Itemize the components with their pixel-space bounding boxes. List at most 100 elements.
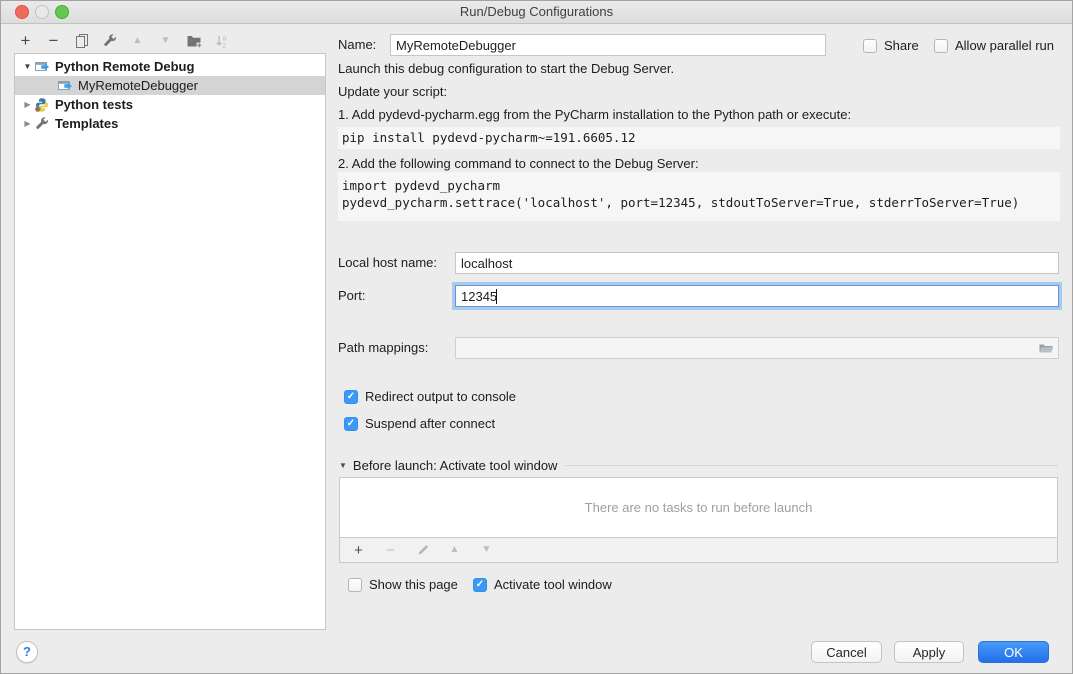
before-launch-title: Before launch: Activate tool window — [353, 458, 558, 473]
plus-icon: + — [21, 32, 31, 49]
local-host-name-input[interactable] — [455, 252, 1059, 274]
settrace-code-block: import pydevd_pycharm pydevd_pycharm.set… — [338, 172, 1060, 221]
move-down-button[interactable]: ▼ — [156, 31, 175, 50]
expand-arrow-icon[interactable]: ▼ — [21, 62, 34, 71]
templates-wrench-icon — [34, 116, 50, 132]
tree-item-python-remote-debug[interactable]: ▼ Python Remote Debug — [15, 57, 325, 76]
check-icon: ✓ — [347, 391, 355, 403]
tree-item-label: Templates — [55, 116, 118, 131]
tree-item-label: MyRemoteDebugger — [78, 78, 198, 93]
tree-item-python-tests[interactable]: ▶ Python tests — [15, 95, 325, 114]
redirect-output-label: Redirect output to console — [365, 389, 516, 404]
sort-configurations-button[interactable]: az — [212, 31, 231, 50]
path-mappings-label: Path mappings: — [338, 337, 428, 359]
ok-button[interactable]: OK — [978, 641, 1049, 663]
svg-text:z: z — [222, 42, 226, 48]
tree-item-label: Python Remote Debug — [55, 59, 194, 74]
tree-item-templates[interactable]: ▶ Templates — [15, 114, 325, 133]
port-label: Port: — [338, 285, 365, 307]
code-line-import: import pydevd_pycharm — [342, 177, 1056, 194]
pencil-icon — [416, 543, 430, 557]
close-window-button[interactable] — [15, 5, 29, 19]
new-folder-icon — [186, 33, 202, 49]
move-down-icon: ▼ — [482, 545, 492, 555]
local-host-name-label: Local host name: — [338, 252, 437, 274]
show-this-page-checkbox-row: ✓ Show this page — [348, 577, 458, 592]
browse-folder-icon[interactable] — [1038, 340, 1054, 356]
activate-tool-window-checkbox-row: ✓ Activate tool window — [473, 577, 612, 592]
move-task-down-button[interactable]: ▼ — [477, 541, 496, 560]
help-icon: ? — [23, 644, 31, 659]
apply-button[interactable]: Apply — [894, 641, 964, 663]
move-task-up-button[interactable]: ▲ — [445, 541, 464, 560]
configuration-form: Name: ✓ Share ✓ Allow parallel run Launc… — [338, 29, 1060, 629]
allow-parallel-run-checkbox[interactable]: ✓ — [934, 39, 948, 53]
instruction-intro: Launch this debug configuration to start… — [338, 60, 674, 78]
before-launch-section-header[interactable]: ▼ Before launch: Activate tool window — [339, 458, 1058, 473]
name-label: Name: — [338, 34, 376, 56]
activate-tool-window-label: Activate tool window — [494, 577, 612, 592]
allow-parallel-run-label: Allow parallel run — [955, 38, 1054, 53]
code-line-settrace: pydevd_pycharm.settrace('localhost', por… — [342, 194, 1056, 211]
expand-arrow-icon[interactable]: ▶ — [21, 119, 34, 128]
remote-debug-config-icon — [57, 78, 73, 94]
section-divider — [565, 465, 1058, 466]
edit-templates-button[interactable] — [100, 31, 119, 50]
create-folder-button[interactable] — [184, 31, 203, 50]
minimize-window-button — [35, 5, 49, 19]
allow-parallel-run-checkbox-row: ✓ Allow parallel run — [934, 38, 1054, 53]
collapse-arrow-icon: ▼ — [339, 461, 347, 470]
zoom-window-button[interactable] — [55, 5, 69, 19]
check-icon: ✓ — [347, 418, 355, 430]
before-launch-toolbar: + − ▲ ▼ — [339, 538, 1058, 563]
copy-icon — [74, 33, 90, 49]
tree-item-myremotedebugger[interactable]: MyRemoteDebugger — [15, 76, 325, 95]
redirect-output-checkbox[interactable]: ✓ — [344, 390, 358, 404]
share-label: Share — [884, 38, 919, 53]
path-mappings-field[interactable] — [455, 337, 1059, 359]
suspend-after-connect-checkbox[interactable]: ✓ — [344, 417, 358, 431]
remove-task-button[interactable]: − — [381, 541, 400, 560]
share-checkbox-row: ✓ Share — [863, 38, 919, 53]
configurations-toolbar: + − ▲ ▼ az — [16, 31, 231, 50]
suspend-after-connect-checkbox-row: ✓ Suspend after connect — [344, 416, 495, 431]
activate-tool-window-checkbox[interactable]: ✓ — [473, 578, 487, 592]
svg-text:a: a — [222, 35, 226, 42]
run-debug-configurations-dialog: Run/Debug Configurations + − ▲ ▼ az ▼ Py… — [0, 0, 1073, 674]
port-input[interactable] — [455, 285, 1059, 307]
move-up-button[interactable]: ▲ — [128, 31, 147, 50]
instruction-step1: 1. Add pydevd-pycharm.egg from the PyCha… — [338, 106, 851, 124]
check-icon: ✓ — [476, 579, 484, 591]
pip-install-command: pip install pydevd-pycharm~=191.6605.12 — [338, 127, 1060, 149]
plus-icon: + — [354, 543, 363, 558]
show-this-page-label: Show this page — [369, 577, 458, 592]
instruction-update-script: Update your script: — [338, 83, 447, 101]
add-configuration-button[interactable]: + — [16, 31, 35, 50]
text-caret — [496, 289, 497, 304]
expand-arrow-icon[interactable]: ▶ — [21, 100, 34, 109]
python-tests-icon — [34, 97, 50, 113]
remove-configuration-button[interactable]: − — [44, 31, 63, 50]
name-input[interactable] — [390, 34, 826, 56]
title-bar: Run/Debug Configurations — [1, 1, 1072, 24]
minus-icon: − — [49, 32, 59, 49]
share-checkbox[interactable]: ✓ — [863, 39, 877, 53]
copy-configuration-button[interactable] — [72, 31, 91, 50]
cancel-button[interactable]: Cancel — [811, 641, 882, 663]
window-title: Run/Debug Configurations — [460, 4, 613, 19]
remote-debug-config-icon — [34, 59, 50, 75]
add-task-button[interactable]: + — [349, 541, 368, 560]
show-this-page-checkbox[interactable]: ✓ — [348, 578, 362, 592]
edit-task-button[interactable] — [413, 541, 432, 560]
wrench-icon — [102, 33, 118, 49]
empty-task-list-text: There are no tasks to run before launch — [585, 500, 813, 515]
tree-item-label: Python tests — [55, 97, 133, 112]
sort-alphabetically-icon: az — [214, 33, 230, 49]
move-up-icon: ▲ — [450, 545, 460, 555]
help-button[interactable]: ? — [16, 641, 38, 663]
suspend-after-connect-label: Suspend after connect — [365, 416, 495, 431]
minus-icon: − — [386, 543, 395, 558]
instruction-step2: 2. Add the following command to connect … — [338, 155, 699, 173]
redirect-output-checkbox-row: ✓ Redirect output to console — [344, 389, 516, 404]
configurations-tree: ▼ Python Remote Debug MyRemoteDebugger ▶… — [14, 53, 326, 630]
